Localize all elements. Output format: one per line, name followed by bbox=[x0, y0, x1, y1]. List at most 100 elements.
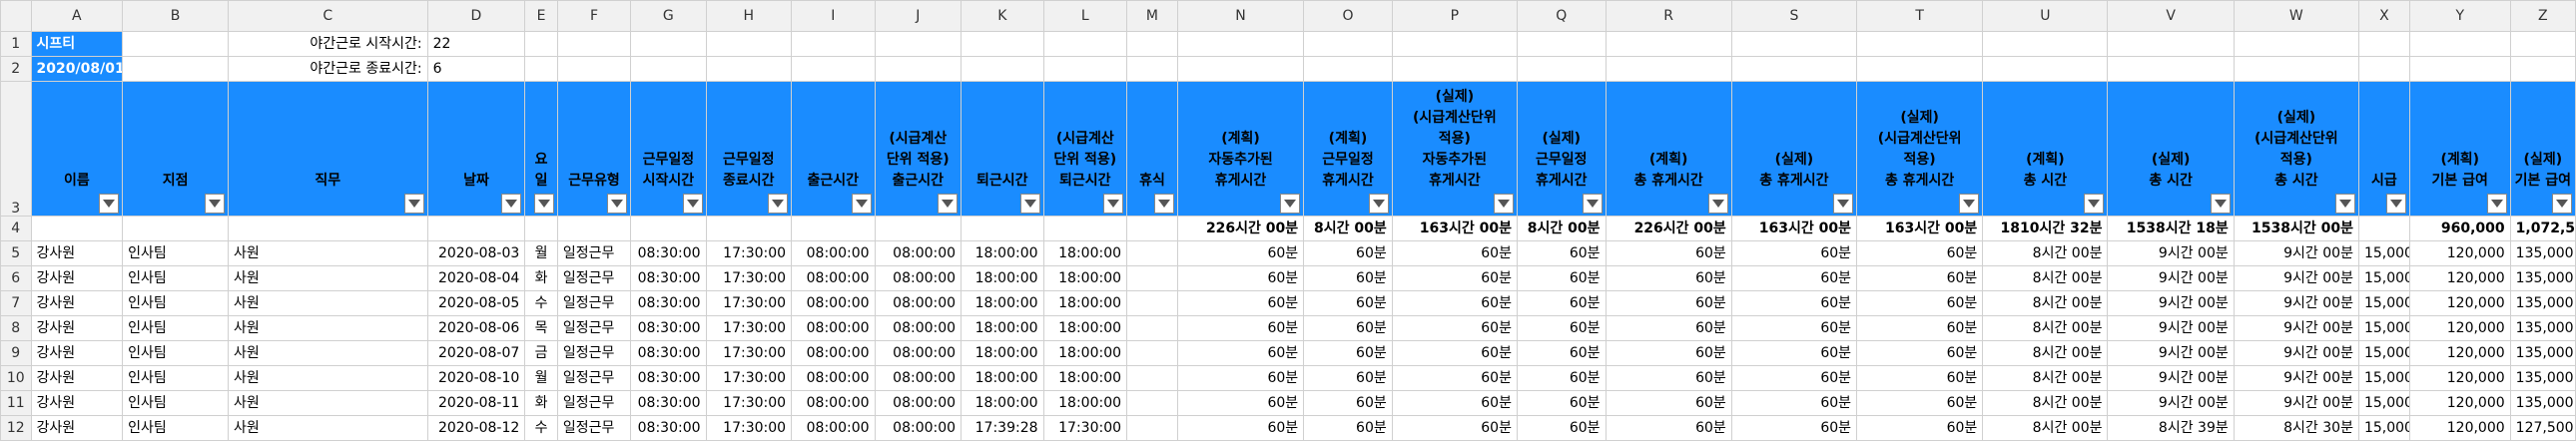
table-cell[interactable]: 8시간 00분 bbox=[1982, 290, 2109, 317]
table-cell[interactable]: 17:30:00 bbox=[705, 414, 793, 441]
table-cell[interactable]: 8시간 00분 bbox=[1982, 240, 2109, 267]
table-cell[interactable]: 18:00:00 bbox=[1042, 389, 1128, 416]
table-cell[interactable]: 08:00:00 bbox=[791, 240, 876, 267]
table-cell[interactable]: 60분 bbox=[1605, 240, 1732, 267]
total-cell[interactable]: 1,072,500 bbox=[2509, 216, 2576, 242]
cell[interactable] bbox=[874, 31, 963, 58]
cell[interactable] bbox=[874, 56, 963, 83]
table-cell[interactable]: 120,000 bbox=[2408, 414, 2511, 441]
night-end-value[interactable]: 6 bbox=[426, 56, 526, 83]
column-header[interactable]: E bbox=[524, 0, 558, 33]
table-cell[interactable]: 60분 bbox=[1605, 389, 1732, 416]
table-cell[interactable]: 08:00:00 bbox=[791, 315, 876, 342]
filter-dropdown-icon[interactable] bbox=[1153, 194, 1174, 215]
table-cell[interactable]: 08:00:00 bbox=[874, 240, 963, 267]
total-cell[interactable] bbox=[524, 216, 558, 242]
table-cell[interactable]: 15,000 bbox=[2357, 265, 2410, 292]
night-start-value[interactable]: 22 bbox=[426, 31, 526, 58]
table-cell[interactable]: 08:00:00 bbox=[874, 340, 963, 367]
table-cell[interactable]: 9시간 00분 bbox=[2233, 365, 2359, 391]
total-cell[interactable]: 8시간 00분 bbox=[1516, 216, 1607, 242]
table-cell[interactable]: 18:00:00 bbox=[1042, 365, 1128, 391]
cell[interactable] bbox=[1303, 31, 1393, 58]
table-cell[interactable]: 15,000 bbox=[2357, 389, 2410, 416]
row-number[interactable]: 11 bbox=[0, 389, 32, 416]
table-cell[interactable]: 9시간 00분 bbox=[2107, 315, 2235, 342]
table-cell[interactable]: 60분 bbox=[1856, 389, 1984, 416]
table-cell[interactable]: 60분 bbox=[1391, 240, 1518, 267]
table-cell[interactable]: 60분 bbox=[1176, 389, 1305, 416]
total-cell[interactable]: 960,000 bbox=[2408, 216, 2511, 242]
table-cell[interactable]: 60분 bbox=[1516, 414, 1607, 441]
table-cell[interactable]: 15,000 bbox=[2357, 414, 2410, 441]
column-title-n[interactable]: (계획) 자동추가된 휴게시간 bbox=[1176, 81, 1305, 218]
table-cell[interactable]: 인사팀 bbox=[122, 365, 230, 391]
table-cell[interactable]: 2020-08-10 bbox=[426, 365, 526, 391]
column-header[interactable]: R bbox=[1605, 0, 1732, 33]
column-title-j[interactable]: (시급계산 단위 적용) 출근시간 bbox=[874, 81, 963, 218]
table-cell[interactable]: 127,500 bbox=[2509, 414, 2576, 441]
table-cell[interactable]: 화 bbox=[524, 389, 558, 416]
table-cell[interactable]: 월 bbox=[524, 240, 558, 267]
table-cell[interactable]: 08:00:00 bbox=[791, 414, 876, 441]
column-title-a[interactable]: 이름 bbox=[30, 81, 124, 218]
table-cell[interactable]: 17:30:00 bbox=[705, 265, 793, 292]
table-cell[interactable]: 일정근무 bbox=[556, 265, 632, 292]
table-cell[interactable]: 60분 bbox=[1516, 240, 1607, 267]
cell[interactable] bbox=[2509, 56, 2576, 83]
column-header[interactable]: G bbox=[630, 0, 707, 33]
filter-dropdown-icon[interactable] bbox=[205, 194, 226, 215]
table-cell[interactable]: 9시간 00분 bbox=[2233, 340, 2359, 367]
table-cell[interactable]: 18:00:00 bbox=[1042, 240, 1128, 267]
column-header[interactable]: I bbox=[791, 0, 876, 33]
column-header[interactable]: D bbox=[426, 0, 526, 33]
table-cell[interactable]: 60분 bbox=[1856, 240, 1984, 267]
filter-dropdown-icon[interactable] bbox=[2552, 194, 2572, 215]
table-cell[interactable]: 18:00:00 bbox=[961, 389, 1044, 416]
column-title-h[interactable]: 근무일정 종료시간 bbox=[705, 81, 793, 218]
cell[interactable] bbox=[1730, 31, 1858, 58]
filter-dropdown-icon[interactable] bbox=[682, 194, 703, 215]
table-cell[interactable]: 인사팀 bbox=[122, 340, 230, 367]
table-cell[interactable]: 인사팀 bbox=[122, 240, 230, 267]
column-title-q[interactable]: (실제) 근무일정 휴게시간 bbox=[1516, 81, 1607, 218]
table-cell[interactable]: 60분 bbox=[1391, 265, 1518, 292]
table-cell[interactable]: 60분 bbox=[1730, 389, 1858, 416]
table-cell[interactable]: 17:39:28 bbox=[961, 414, 1044, 441]
filter-dropdown-icon[interactable] bbox=[1582, 194, 1603, 215]
table-cell[interactable]: 08:30:00 bbox=[630, 414, 707, 441]
column-header[interactable]: Z bbox=[2509, 0, 2576, 33]
table-cell[interactable]: 8시간 00분 bbox=[1982, 365, 2109, 391]
table-cell[interactable]: 08:30:00 bbox=[630, 340, 707, 367]
table-cell[interactable]: 강사원 bbox=[30, 315, 124, 342]
table-cell[interactable]: 60분 bbox=[1856, 365, 1984, 391]
cell[interactable] bbox=[2107, 31, 2235, 58]
table-cell[interactable]: 화 bbox=[524, 265, 558, 292]
table-cell[interactable]: 60분 bbox=[1176, 290, 1305, 317]
total-cell[interactable] bbox=[1126, 216, 1178, 242]
column-title-o[interactable]: (계획) 근무일정 휴게시간 bbox=[1303, 81, 1393, 218]
table-cell[interactable]: 60분 bbox=[1605, 290, 1732, 317]
table-cell[interactable]: 2020-08-05 bbox=[426, 290, 526, 317]
column-title-t[interactable]: (실제) (시급계산단위 적용) 총 휴게시간 bbox=[1856, 81, 1984, 218]
table-cell[interactable]: 135,000 bbox=[2509, 265, 2576, 292]
cell[interactable] bbox=[1126, 31, 1178, 58]
table-cell[interactable]: 60분 bbox=[1391, 290, 1518, 317]
row-number[interactable]: 2 bbox=[0, 56, 32, 83]
table-cell[interactable]: 08:00:00 bbox=[874, 414, 963, 441]
row-number[interactable]: 7 bbox=[0, 290, 32, 317]
table-cell[interactable]: 60분 bbox=[1303, 414, 1393, 441]
table-cell[interactable]: 60분 bbox=[1516, 365, 1607, 391]
column-header[interactable]: K bbox=[961, 0, 1044, 33]
total-cell[interactable]: 1538시간 18분 bbox=[2107, 216, 2235, 242]
total-cell[interactable] bbox=[961, 216, 1044, 242]
column-title-g[interactable]: 근무일정 시작시간 bbox=[630, 81, 707, 218]
table-cell[interactable]: 일정근무 bbox=[556, 290, 632, 317]
filter-dropdown-icon[interactable] bbox=[501, 194, 522, 215]
total-cell[interactable]: 163시간 00분 bbox=[1730, 216, 1858, 242]
cell[interactable] bbox=[705, 31, 793, 58]
table-cell[interactable]: 2020-08-06 bbox=[426, 315, 526, 342]
table-cell[interactable]: 60분 bbox=[1605, 414, 1732, 441]
total-cell[interactable] bbox=[1042, 216, 1128, 242]
table-cell[interactable]: 일정근무 bbox=[556, 240, 632, 267]
